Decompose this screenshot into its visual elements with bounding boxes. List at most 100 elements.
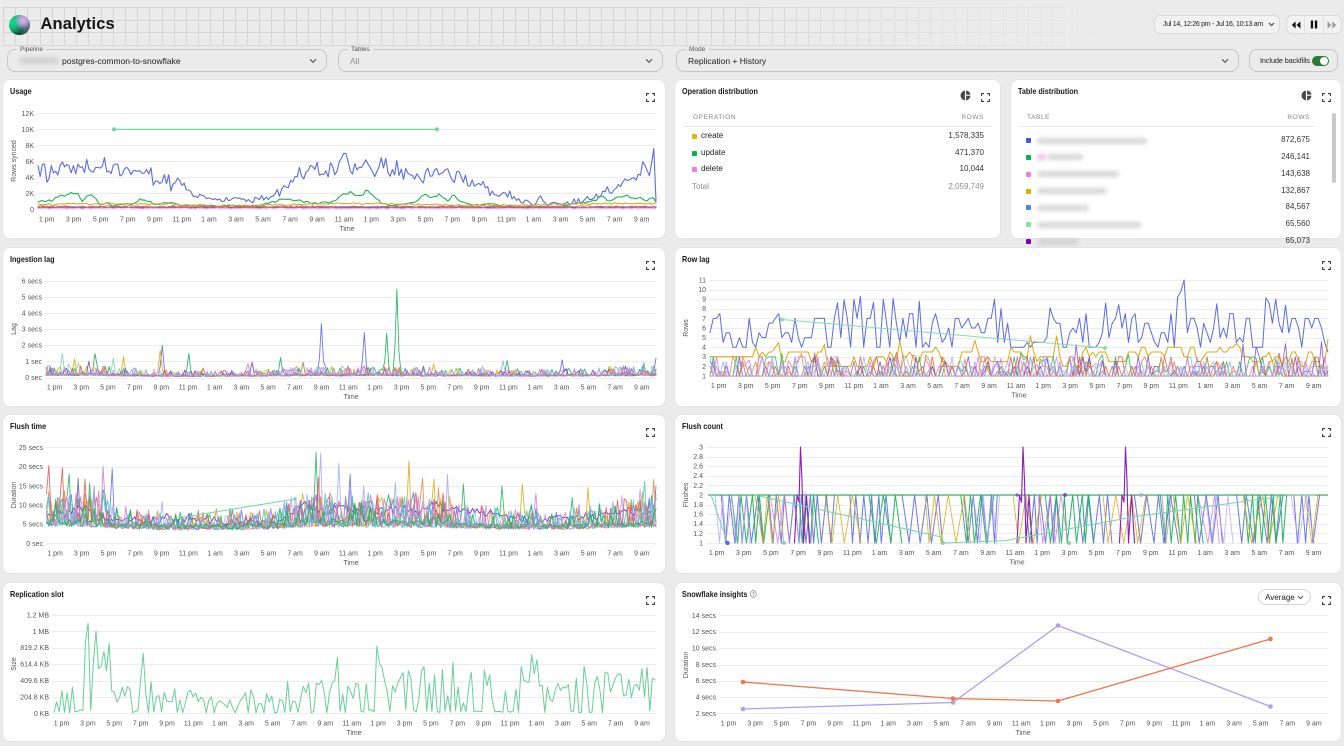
svg-text:1 am: 1 am	[201, 216, 217, 223]
svg-text:5 am: 5 am	[1252, 550, 1268, 557]
svg-text:7 pm: 7 pm	[447, 551, 463, 558]
svg-text:5 pm: 5 pm	[421, 385, 437, 392]
svg-text:7 am: 7 am	[607, 551, 623, 558]
svg-text:7 pm: 7 pm	[447, 385, 463, 392]
svg-text:3 pm: 3 pm	[1062, 383, 1078, 390]
svg-text:Rows synced: Rows synced	[11, 140, 18, 182]
svg-text:7 am: 7 am	[607, 385, 623, 392]
svg-text:819.2 KB: 819.2 KB	[20, 645, 49, 652]
svg-text:2: 2	[699, 492, 703, 499]
svg-text:9 am: 9 am	[1306, 721, 1322, 728]
svg-text:1: 1	[702, 373, 706, 380]
svg-text:7 pm: 7 pm	[127, 551, 143, 558]
svg-text:11 pm: 11 pm	[499, 551, 518, 558]
svg-text:3: 3	[699, 444, 703, 451]
svg-text:Time: Time	[1011, 393, 1026, 400]
svg-text:Duration: Duration	[683, 652, 690, 679]
svg-text:5 am: 5 am	[260, 385, 276, 392]
svg-text:1: 1	[699, 540, 703, 547]
svg-text:Time: Time	[343, 560, 358, 567]
svg-text:9 pm: 9 pm	[147, 216, 163, 223]
svg-text:3 pm: 3 pm	[66, 216, 82, 223]
svg-text:3 am: 3 am	[1224, 550, 1240, 557]
svg-text:7 pm: 7 pm	[133, 721, 149, 728]
svg-text:9 pm: 9 pm	[827, 721, 843, 728]
svg-text:7: 7	[702, 316, 706, 323]
svg-text:10: 10	[698, 287, 706, 294]
svg-text:Duration: Duration	[11, 482, 18, 509]
svg-text:11 pm: 11 pm	[184, 721, 203, 728]
svg-text:5 pm: 5 pm	[106, 721, 122, 728]
svg-text:5 pm: 5 pm	[765, 383, 781, 390]
svg-text:5: 5	[702, 335, 706, 342]
svg-text:1 pm: 1 pm	[1035, 383, 1051, 390]
svg-text:4 secs: 4 secs	[22, 311, 43, 318]
svg-text:1.6: 1.6	[693, 512, 703, 519]
svg-text:9 pm: 9 pm	[472, 216, 488, 223]
svg-text:7 am: 7 am	[607, 216, 623, 223]
svg-text:5 pm: 5 pm	[1089, 550, 1105, 557]
svg-text:3 pm: 3 pm	[1062, 550, 1078, 557]
svg-text:5 pm: 5 pm	[1093, 721, 1109, 728]
svg-text:1 pm: 1 pm	[1034, 550, 1050, 557]
svg-text:7 pm: 7 pm	[120, 216, 136, 223]
svg-text:1 pm: 1 pm	[367, 385, 383, 392]
svg-text:11 am: 11 am	[342, 721, 361, 728]
svg-text:4: 4	[702, 345, 706, 352]
svg-text:7 pm: 7 pm	[790, 550, 806, 557]
svg-text:7 am: 7 am	[282, 216, 298, 223]
svg-text:Lag: Lag	[11, 323, 18, 335]
svg-text:1 pm: 1 pm	[363, 216, 379, 223]
svg-text:409.6 KB: 409.6 KB	[20, 678, 49, 685]
svg-text:7 am: 7 am	[954, 383, 970, 390]
svg-text:7 pm: 7 pm	[801, 721, 817, 728]
svg-text:11 pm: 11 pm	[852, 721, 871, 728]
svg-text:1 am: 1 am	[526, 216, 542, 223]
svg-text:3 am: 3 am	[554, 551, 570, 558]
svg-text:2.4: 2.4	[693, 473, 703, 480]
svg-text:9: 9	[702, 297, 706, 304]
svg-text:1.4: 1.4	[693, 521, 703, 528]
svg-text:11 am: 11 am	[1007, 383, 1026, 390]
svg-text:2.2: 2.2	[693, 483, 703, 490]
svg-text:2K: 2K	[25, 191, 34, 198]
svg-text:6 secs: 6 secs	[696, 678, 717, 685]
svg-text:7 am: 7 am	[608, 721, 624, 728]
svg-text:5 pm: 5 pm	[763, 550, 779, 557]
svg-text:9 pm: 9 pm	[154, 551, 170, 558]
svg-text:14 secs: 14 secs	[692, 613, 717, 620]
svg-text:1 pm: 1 pm	[1040, 721, 1056, 728]
svg-text:11 am: 11 am	[339, 385, 358, 392]
svg-text:9 pm: 9 pm	[476, 721, 492, 728]
svg-text:7 pm: 7 pm	[792, 383, 808, 390]
svg-text:5 am: 5 am	[261, 551, 277, 558]
svg-text:5 am: 5 am	[1253, 721, 1269, 728]
svg-text:0: 0	[30, 207, 34, 214]
svg-text:5 am: 5 am	[265, 721, 281, 728]
svg-text:Rows: Rows	[683, 319, 690, 337]
svg-text:4K: 4K	[25, 175, 34, 182]
svg-text:9 pm: 9 pm	[474, 385, 490, 392]
svg-text:11 pm: 11 pm	[844, 383, 863, 390]
svg-text:5 am: 5 am	[581, 721, 597, 728]
svg-text:3 am: 3 am	[555, 721, 571, 728]
svg-text:Time: Time	[343, 394, 358, 401]
svg-text:9 am: 9 am	[981, 383, 997, 390]
svg-text:11 am: 11 am	[335, 216, 354, 223]
svg-text:11 pm: 11 pm	[1171, 721, 1190, 728]
svg-text:3 am: 3 am	[899, 550, 915, 557]
svg-text:3 pm: 3 pm	[1067, 721, 1083, 728]
svg-text:9 am: 9 am	[314, 551, 330, 558]
svg-text:8: 8	[702, 306, 706, 313]
svg-text:5 secs: 5 secs	[23, 522, 44, 529]
svg-text:Time: Time	[1015, 730, 1030, 737]
svg-text:5 pm: 5 pm	[774, 721, 790, 728]
svg-text:9 am: 9 am	[1306, 550, 1322, 557]
svg-text:8 secs: 8 secs	[696, 662, 717, 669]
svg-text:5 am: 5 am	[927, 383, 943, 390]
svg-text:5 am: 5 am	[926, 550, 942, 557]
svg-text:1 am: 1 am	[527, 551, 543, 558]
svg-text:Time: Time	[1009, 560, 1024, 567]
svg-text:7 am: 7 am	[291, 721, 307, 728]
svg-text:9 am: 9 am	[634, 385, 650, 392]
